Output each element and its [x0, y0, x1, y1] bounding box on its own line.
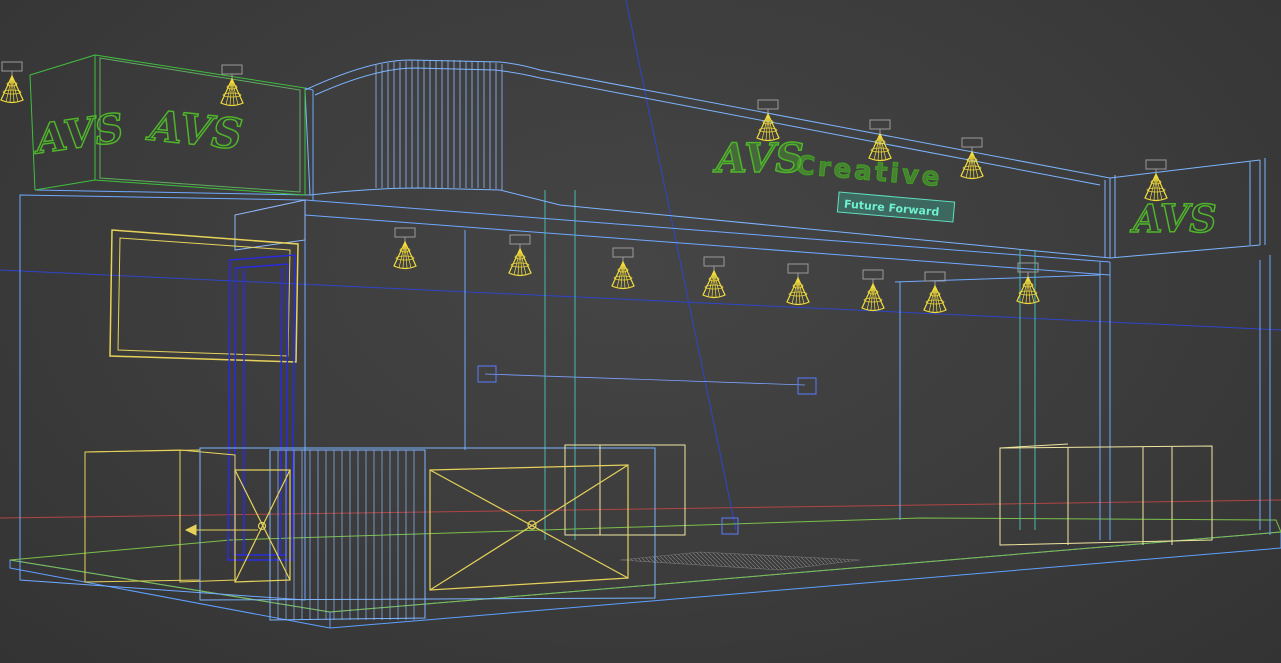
- spotlight-icon[interactable]: [220, 64, 244, 107]
- left-signage: AVS AVS: [28, 100, 245, 165]
- wireframe-scene[interactable]: AVS AVS AVS Creative Future Forward AVS: [0, 0, 1281, 663]
- spotlight-icon[interactable]: [923, 271, 947, 314]
- left-logo-2: AVS: [144, 100, 245, 159]
- spotlight-icon[interactable]: [868, 119, 892, 162]
- vertical-slats: [375, 60, 503, 190]
- right-signage: AVS: [1129, 195, 1217, 242]
- move-gizmo-icon[interactable]: [184, 524, 258, 536]
- brand-logo: AVS: [712, 135, 804, 182]
- reception-counter[interactable]: [199, 444, 686, 621]
- 3d-viewport[interactable]: AVS AVS AVS Creative Future Forward AVS: [0, 0, 1281, 663]
- right-cabinets[interactable]: [999, 443, 1213, 546]
- spotlight-icon[interactable]: [861, 269, 885, 312]
- spotlight-icon[interactable]: [393, 227, 417, 270]
- spotlight-icon[interactable]: [0, 61, 24, 104]
- left-logo-1: AVS: [29, 104, 127, 163]
- spotlight-icon[interactable]: [702, 256, 726, 299]
- booth-walls[interactable]: [19, 189, 1271, 601]
- header-signage: AVS Creative Future Forward: [711, 134, 956, 223]
- spotlights[interactable]: [0, 61, 1168, 314]
- spotlight-icon[interactable]: [786, 263, 810, 306]
- spotlight-icon[interactable]: [960, 137, 984, 180]
- spotlight-icon[interactable]: [508, 234, 532, 277]
- spotlight-icon[interactable]: [611, 247, 635, 290]
- light-target-icon[interactable]: [797, 377, 817, 395]
- spotlight-icon[interactable]: [1144, 159, 1168, 202]
- tv-screen[interactable]: [109, 229, 299, 363]
- right-logo: AVS: [1130, 196, 1217, 241]
